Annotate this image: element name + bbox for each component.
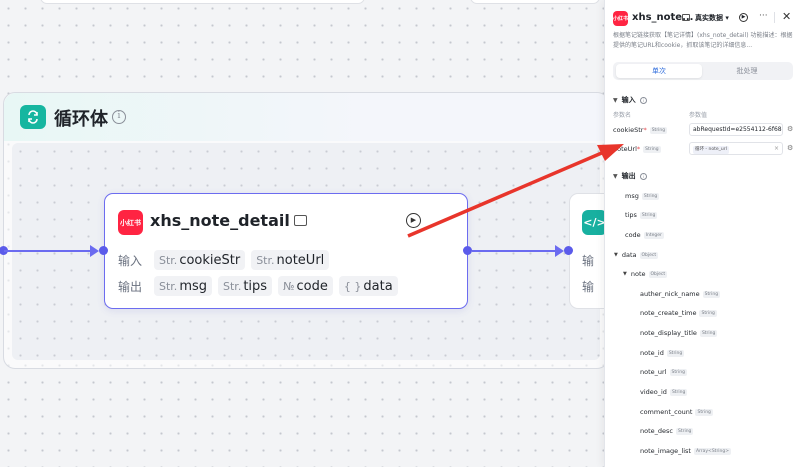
output-section-header[interactable]: ▼ 输出 i xyxy=(613,171,647,181)
xiaohongshu-logo: 小红书 xyxy=(613,11,628,26)
edge-arrow-head xyxy=(90,245,99,257)
loop-header: 循环体 i xyxy=(4,93,608,141)
output-field-expandable[interactable]: ▼ note Object xyxy=(623,270,668,278)
info-icon[interactable]: i xyxy=(112,110,126,124)
canvas-card-top-right xyxy=(470,0,600,4)
tab-batch[interactable]: 批处理 xyxy=(704,64,790,78)
node-code-input-port[interactable] xyxy=(564,246,573,255)
close-icon[interactable]: ✕ xyxy=(782,10,791,23)
output-field-expandable[interactable]: ▼ data Object xyxy=(614,251,659,259)
node-output-port[interactable] xyxy=(463,246,472,255)
caret-down-icon[interactable]: ▼ xyxy=(623,271,627,277)
edge-arrow-head xyxy=(555,245,564,257)
output-field: note_url String xyxy=(640,368,687,376)
output-field: code Integer xyxy=(625,231,664,239)
node-xhs-note-detail[interactable]: 小红书 xhs_note_detail ▶ 输入 Str. cookieStr S… xyxy=(104,193,468,309)
node-detail-panel: 小红书 xhs_note... 真实数据 ▾ ▶ ··· ✕ 根据笔记链接获取【… xyxy=(604,0,800,467)
output-field: tips String xyxy=(625,211,658,219)
node-title: xhs_note_detail xyxy=(150,211,290,230)
cookie-value-field[interactable]: abRequestId=e2554112-6f68- xyxy=(689,123,783,136)
output-field: comment_count String xyxy=(640,408,713,416)
play-icon[interactable]: ▶ xyxy=(739,13,748,22)
variable-chip[interactable]: 循环 - note_url xyxy=(693,146,729,154)
canvas-card-top-left xyxy=(40,0,365,4)
input-param-row: noteUrl * String xyxy=(613,145,661,153)
node-input-label: 输入 xyxy=(118,253,143,268)
output-field: auther_nick_name String xyxy=(640,290,721,298)
play-icon[interactable]: ▶ xyxy=(406,213,421,228)
run-mode-tabs: 单次 批处理 xyxy=(613,62,793,80)
loop-icon xyxy=(20,105,46,129)
store-icon xyxy=(682,14,690,21)
chevron-down-icon: ▼ xyxy=(613,172,618,180)
data-mode-dropdown[interactable]: 真实数据 ▾ xyxy=(695,13,729,23)
more-icon[interactable]: ··· xyxy=(759,11,768,21)
output-field: note_image_list Array<String> xyxy=(640,447,732,455)
edge-out-of-node xyxy=(472,250,557,252)
gear-icon[interactable]: ⚙ xyxy=(787,144,793,152)
output-field: note_display_title String xyxy=(640,329,718,337)
node-output-tag: № code xyxy=(278,276,333,296)
node-inputs-row: 输入 Str. cookieStr Str. noteUrl xyxy=(118,250,330,270)
clear-icon[interactable]: × xyxy=(774,143,779,154)
col-param-value: 参数值 xyxy=(689,112,708,119)
node-output-tag: Str. msg xyxy=(154,276,213,296)
node-input-tag: Str. cookieStr xyxy=(154,250,246,270)
output-field: note_create_time String xyxy=(640,309,717,317)
xiaohongshu-logo: 小红书 xyxy=(118,210,143,235)
col-param-name: 参数名 xyxy=(613,112,632,119)
node-output-label: 输 xyxy=(582,280,595,294)
caret-down-icon[interactable]: ▼ xyxy=(614,252,618,258)
chevron-down-icon: ▼ xyxy=(613,96,618,104)
input-section-header[interactable]: ▼ 输入 i xyxy=(613,95,647,105)
panel-header: 小红书 xhs_note... 真实数据 ▾ ▶ ··· ✕ xyxy=(605,0,800,32)
info-icon[interactable]: i xyxy=(639,172,647,180)
gear-icon[interactable]: ⚙ xyxy=(787,125,793,133)
node-output-tag: { } data xyxy=(338,276,398,296)
input-param-row: cookieStr * String xyxy=(613,126,668,134)
info-icon[interactable]: i xyxy=(639,96,647,104)
output-field: video_id String xyxy=(640,388,688,396)
tab-single[interactable]: 单次 xyxy=(616,64,702,78)
edge-into-node xyxy=(4,250,92,252)
output-field: note_desc String xyxy=(640,427,694,435)
header-divider xyxy=(774,12,775,23)
node-output-tag: Str. tips xyxy=(218,276,273,296)
store-icon xyxy=(294,215,307,226)
node-input-port[interactable] xyxy=(99,246,108,255)
output-field: msg String xyxy=(625,192,660,200)
panel-description: 根据笔记链接获取【笔记详情】(xhs_note_detail) 功能描述：根据提… xyxy=(613,32,793,49)
loop-title: 循环体 xyxy=(54,109,108,130)
output-field: note_id String xyxy=(640,349,685,357)
node-output-label: 输出 xyxy=(118,279,143,294)
node-input-tag: Str. noteUrl xyxy=(251,250,330,270)
note-url-value-field[interactable]: 循环 - note_url × xyxy=(689,142,783,155)
node-input-label: 输 xyxy=(582,254,595,268)
node-outputs-row: 输出 Str. msg Str. tips № code { } data xyxy=(118,276,398,296)
